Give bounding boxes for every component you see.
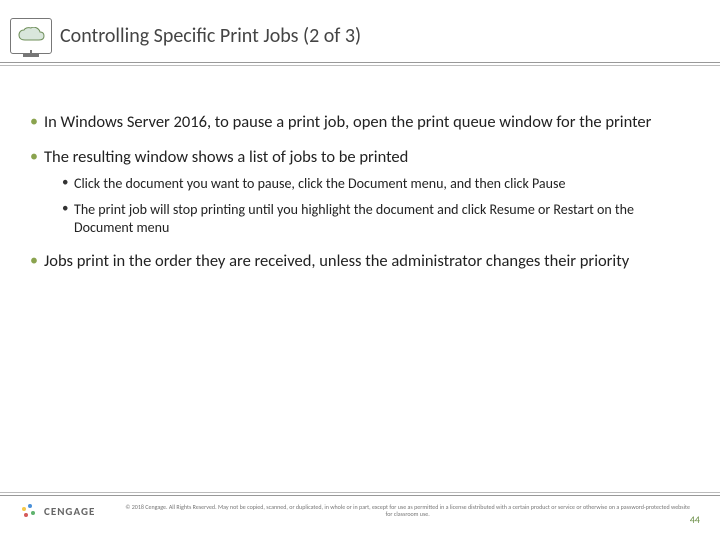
sub-bullet-item: Click the document you want to pause, cl… (62, 175, 690, 193)
sub-bullet-text: Click the document you want to pause, cl… (74, 175, 565, 192)
brand-name: CENGAGE (44, 505, 95, 518)
header-divider (0, 62, 720, 66)
footer-divider (0, 492, 720, 496)
sub-bullet-list: Click the document you want to pause, cl… (62, 175, 690, 238)
bullet-list: In Windows Server 2016, to pause a print… (30, 112, 690, 273)
slide-header: Controlling Specific Print Jobs (2 of 3) (0, 0, 720, 62)
slide-title: Controlling Specific Print Jobs (2 of 3) (60, 24, 361, 48)
bullet-text: Jobs print in the order they are receive… (44, 251, 629, 271)
brand-logo: CENGAGE (20, 502, 95, 520)
slide-footer: CENGAGE © 2018 Cengage. All Rights Reser… (0, 492, 720, 540)
slide: Controlling Specific Print Jobs (2 of 3)… (0, 0, 720, 540)
copyright-text: © 2018 Cengage. All Rights Reserved. May… (115, 504, 700, 518)
sub-bullet-item: The print job will stop printing until y… (62, 201, 690, 237)
page-number: 44 (690, 513, 700, 526)
cloud-monitor-icon (10, 18, 52, 54)
brand-mark-icon (20, 502, 38, 520)
bullet-text: In Windows Server 2016, to pause a print… (44, 112, 651, 132)
bullet-item: In Windows Server 2016, to pause a print… (30, 112, 690, 133)
footer-content: CENGAGE © 2018 Cengage. All Rights Reser… (20, 502, 700, 520)
slide-body: In Windows Server 2016, to pause a print… (0, 62, 720, 273)
sub-bullet-text: The print job will stop printing until y… (74, 201, 634, 236)
bullet-text: The resulting window shows a list of job… (44, 147, 408, 167)
bullet-item: The resulting window shows a list of job… (30, 147, 690, 237)
bullet-item: Jobs print in the order they are receive… (30, 251, 690, 272)
